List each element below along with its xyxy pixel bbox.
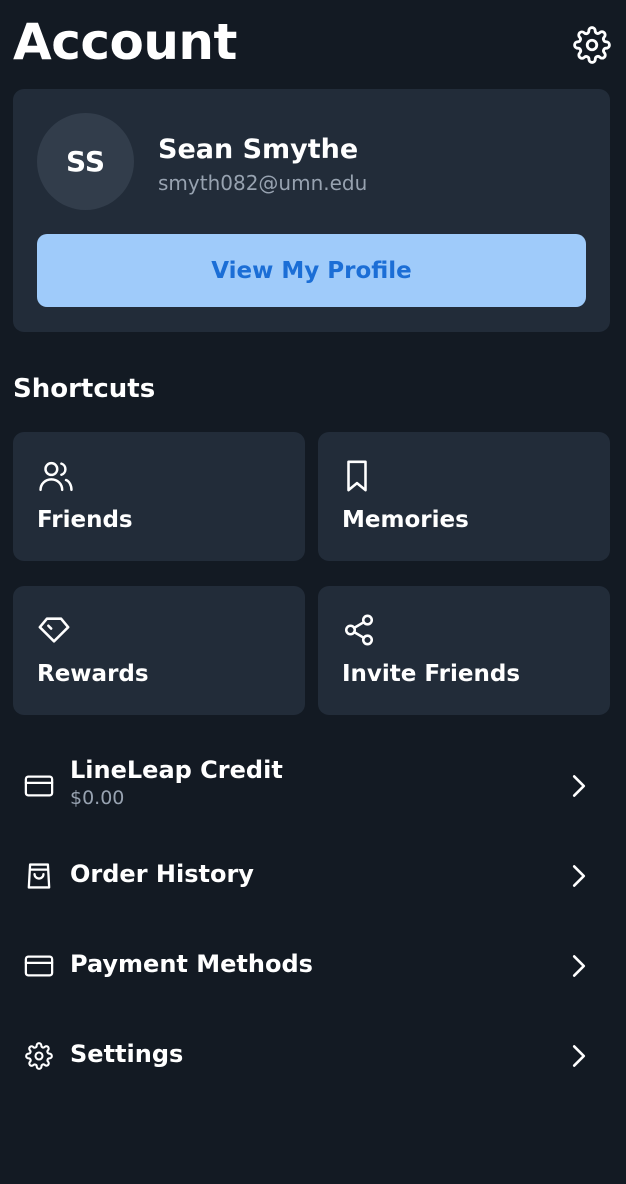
shortcut-memories[interactable]: Memories bbox=[318, 432, 610, 561]
users-icon bbox=[39, 461, 73, 492]
shortcuts-title: Shortcuts bbox=[13, 374, 156, 404]
menu-item-label: Order History bbox=[70, 860, 254, 888]
settings-button[interactable] bbox=[571, 24, 613, 66]
shortcut-label: Memories bbox=[342, 507, 469, 533]
credit-card-icon bbox=[24, 775, 54, 797]
chevron-right-icon bbox=[572, 955, 586, 977]
gear-icon bbox=[25, 1042, 53, 1070]
shortcut-friends[interactable]: Friends bbox=[13, 432, 305, 561]
shortcut-rewards[interactable]: Rewards bbox=[13, 586, 305, 715]
menu-item-settings[interactable]: Settings bbox=[13, 1017, 610, 1095]
shortcut-label: Invite Friends bbox=[342, 661, 521, 687]
user-name: Sean Smythe bbox=[158, 134, 359, 165]
menu-item-payment-methods[interactable]: Payment Methods bbox=[13, 927, 610, 1005]
menu-item-lineleap-credit[interactable]: LineLeap Credit $0.00 bbox=[13, 747, 610, 825]
shortcut-label: Friends bbox=[37, 507, 133, 533]
chevron-right-icon bbox=[572, 775, 586, 797]
share-icon bbox=[344, 614, 374, 646]
tag-icon bbox=[38, 617, 70, 643]
shortcut-invite-friends[interactable]: Invite Friends bbox=[318, 586, 610, 715]
chevron-right-icon bbox=[572, 865, 586, 887]
chevron-right-icon bbox=[572, 1045, 586, 1067]
header: Account bbox=[0, 0, 626, 86]
bookmark-icon bbox=[347, 460, 367, 492]
view-profile-button[interactable]: View My Profile bbox=[37, 234, 586, 307]
menu-item-label: Settings bbox=[70, 1040, 184, 1068]
shopping-bag-icon bbox=[27, 863, 51, 889]
credit-balance: $0.00 bbox=[70, 787, 125, 809]
shortcut-label: Rewards bbox=[37, 661, 149, 687]
profile-card: SS Sean Smythe smyth082@umn.edu View My … bbox=[13, 89, 610, 332]
menu-item-label: Payment Methods bbox=[70, 950, 313, 978]
avatar: SS bbox=[37, 113, 134, 210]
gear-icon bbox=[573, 26, 611, 64]
page-title: Account bbox=[13, 13, 237, 71]
menu-item-label: LineLeap Credit bbox=[70, 756, 283, 784]
user-email: smyth082@umn.edu bbox=[158, 171, 368, 195]
credit-card-icon bbox=[24, 955, 54, 977]
menu-item-order-history[interactable]: Order History bbox=[13, 837, 610, 915]
